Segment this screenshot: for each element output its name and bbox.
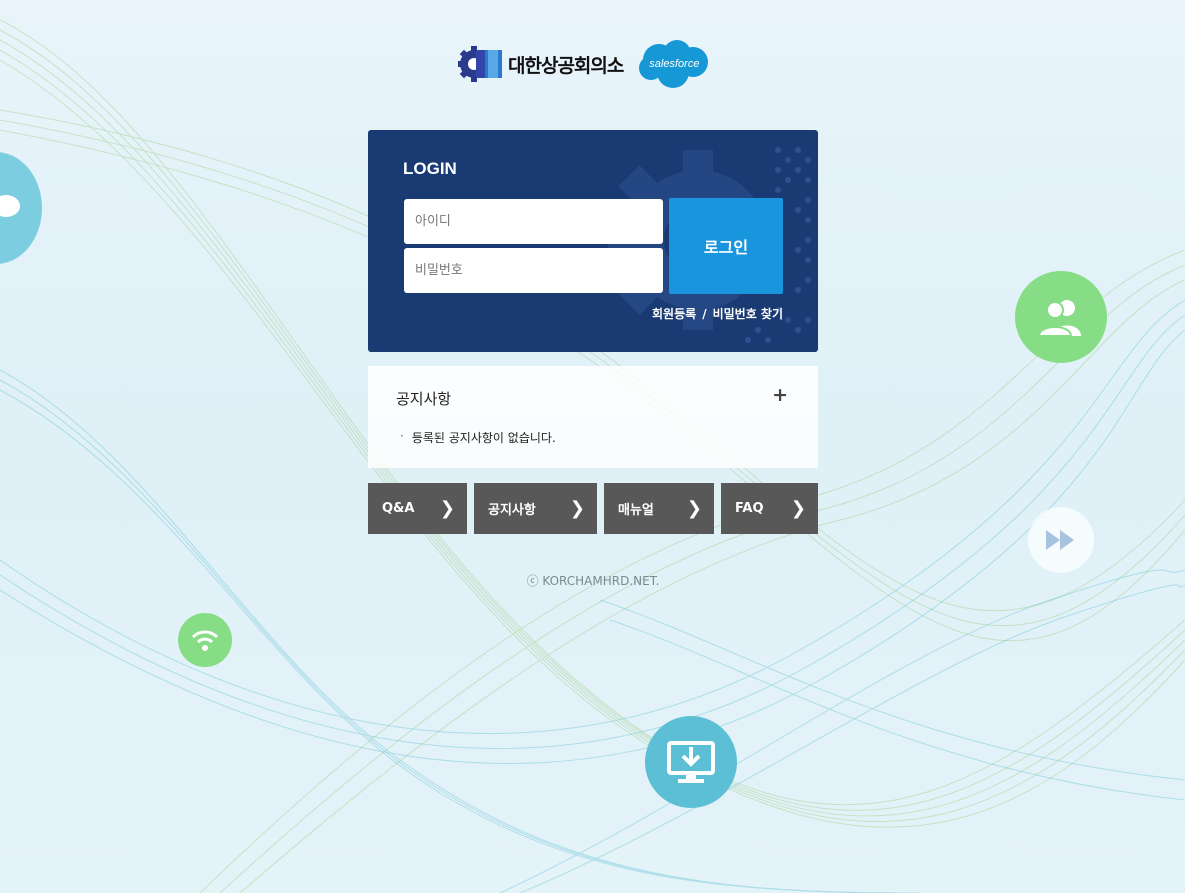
notice-title: 공지사항 bbox=[396, 390, 452, 408]
fast-forward-icon bbox=[1028, 507, 1094, 573]
chevron-right-icon: ❯ bbox=[686, 498, 702, 519]
quick-link-label: FAQ bbox=[735, 501, 764, 516]
salesforce-text: salesforce bbox=[649, 58, 700, 70]
chevron-right-icon: ❯ bbox=[439, 498, 455, 519]
quick-link-notice[interactable]: 공지사항 ❯ bbox=[474, 483, 597, 534]
kcci-name: 대한상공회의소 bbox=[508, 54, 624, 77]
kcci-emblem-icon bbox=[458, 46, 502, 82]
login-button[interactable]: 로그인 bbox=[669, 198, 783, 294]
find-password-link[interactable]: 비밀번호 찾기 bbox=[713, 305, 783, 322]
header-logos: 대한상공회의소 salesforce bbox=[458, 38, 711, 90]
salesforce-logo[interactable]: salesforce bbox=[637, 38, 711, 90]
notice-empty-message: 등록된 공지사항이 없습니다. bbox=[411, 431, 556, 445]
bullet: · bbox=[400, 429, 404, 443]
copyright: ⓒ KORCHAMHRD.NET. bbox=[526, 574, 660, 588]
login-links: 회원등록 / 비밀번호 찾기 bbox=[652, 305, 783, 322]
login-panel: LOGIN 로그인 회원등록 / 비밀번호 찾기 bbox=[368, 130, 818, 352]
quick-link-qna[interactable]: Q&A ❯ bbox=[368, 483, 467, 534]
notice-empty-item: · 등록된 공지사항이 없습니다. bbox=[400, 429, 556, 446]
quick-link-label: 공지사항 bbox=[488, 503, 536, 518]
quick-link-faq[interactable]: FAQ ❯ bbox=[721, 483, 818, 534]
chevron-right-icon: ❯ bbox=[790, 498, 806, 519]
user-id-input[interactable] bbox=[404, 199, 663, 244]
quick-link-manual[interactable]: 매뉴얼 ❯ bbox=[604, 483, 714, 534]
quick-link-label: 매뉴얼 bbox=[618, 503, 654, 518]
chevron-right-icon: ❯ bbox=[569, 498, 585, 519]
register-link[interactable]: 회원등록 bbox=[652, 305, 696, 322]
password-input[interactable] bbox=[404, 248, 663, 293]
notice-more-button[interactable]: + bbox=[772, 386, 788, 405]
login-title: LOGIN bbox=[403, 159, 457, 178]
wifi-icon bbox=[178, 613, 232, 667]
quick-links: Q&A ❯ 공지사항 ❯ 매뉴얼 ❯ FAQ ❯ bbox=[368, 483, 818, 534]
quick-link-label: Q&A bbox=[382, 501, 415, 516]
notice-panel: 공지사항 + · 등록된 공지사항이 없습니다. bbox=[368, 366, 818, 468]
users-icon bbox=[1015, 271, 1107, 363]
kcci-logo[interactable]: 대한상공회의소 bbox=[458, 46, 624, 82]
link-separator: / bbox=[702, 306, 707, 321]
download-monitor-icon bbox=[645, 716, 737, 808]
